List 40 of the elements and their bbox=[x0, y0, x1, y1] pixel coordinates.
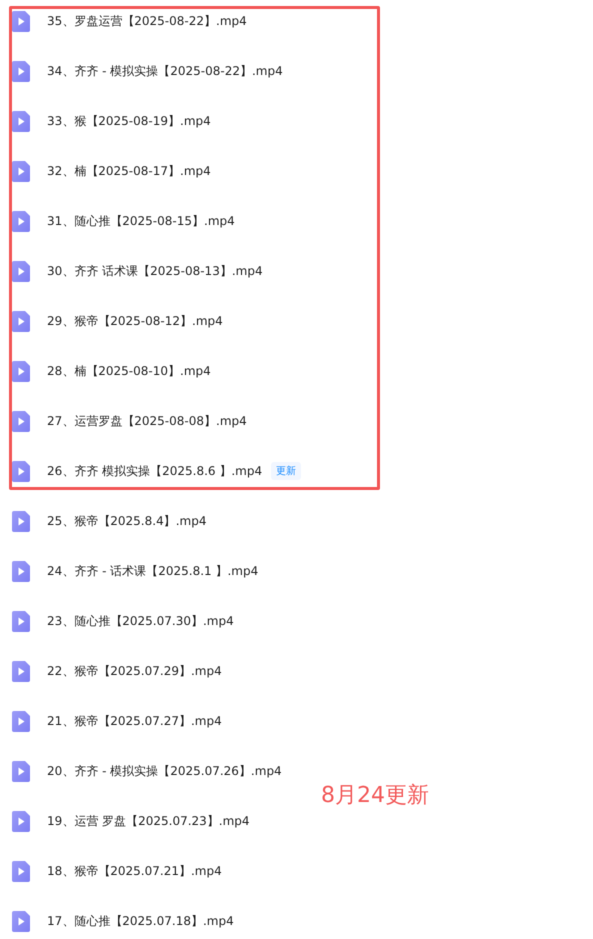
video-file-icon bbox=[12, 810, 30, 832]
annotation-text: 8月24更新 bbox=[321, 782, 429, 810]
file-name[interactable]: 27、运营罗盘【2025-08-08】.mp4 bbox=[47, 412, 247, 430]
video-file-icon bbox=[12, 560, 30, 582]
video-file-icon bbox=[12, 660, 30, 682]
video-file-icon bbox=[12, 610, 30, 632]
file-name[interactable]: 21、猴帝【2025.07.27】.mp4 bbox=[47, 712, 222, 730]
video-file-icon bbox=[12, 760, 30, 782]
file-name[interactable]: 33、猴【2025-08-19】.mp4 bbox=[47, 112, 211, 130]
file-name[interactable]: 32、楠【2025-08-17】.mp4 bbox=[47, 162, 211, 180]
file-name[interactable]: 23、随心推【2025.07.30】.mp4 bbox=[47, 612, 234, 630]
file-name[interactable]: 24、齐齐 - 话术课【2025.8.1 】.mp4 bbox=[47, 562, 258, 580]
file-name[interactable]: 31、随心推【2025-08-15】.mp4 bbox=[47, 212, 235, 230]
video-file-icon bbox=[12, 410, 30, 432]
video-file-icon bbox=[12, 710, 30, 732]
file-name[interactable]: 17、随心推【2025.07.18】.mp4 bbox=[47, 912, 234, 930]
video-file-icon bbox=[12, 210, 30, 232]
file-name[interactable]: 26、齐齐 模拟实操【2025.8.6 】.mp4 bbox=[47, 462, 262, 480]
file-name[interactable]: 20、齐齐 - 模拟实操【2025.07.26】.mp4 bbox=[47, 762, 282, 780]
file-name[interactable]: 25、猴帝【2025.8.4】.mp4 bbox=[47, 512, 206, 530]
file-name[interactable]: 18、猴帝【2025.07.21】.mp4 bbox=[47, 862, 222, 880]
video-file-icon bbox=[12, 260, 30, 282]
video-file-icon bbox=[12, 910, 30, 932]
video-file-icon bbox=[12, 360, 30, 382]
video-file-icon bbox=[12, 110, 30, 132]
update-tag: 更新 bbox=[271, 462, 302, 480]
video-file-icon bbox=[12, 160, 30, 182]
file-name[interactable]: 29、猴帝【2025-08-12】.mp4 bbox=[47, 312, 223, 330]
file-name[interactable]: 35、罗盘运营【2025-08-22】.mp4 bbox=[47, 12, 247, 30]
file-name[interactable]: 19、运营 罗盘【2025.07.23】.mp4 bbox=[47, 812, 250, 830]
file-name[interactable]: 22、猴帝【2025.07.29】.mp4 bbox=[47, 662, 222, 680]
video-file-icon bbox=[12, 460, 30, 482]
file-name[interactable]: 28、楠【2025-08-10】.mp4 bbox=[47, 362, 211, 380]
video-file-icon bbox=[12, 860, 30, 882]
video-file-icon bbox=[12, 60, 30, 82]
video-file-icon bbox=[12, 310, 30, 332]
file-name[interactable]: 30、齐齐 话术课【2025-08-13】.mp4 bbox=[47, 262, 263, 280]
video-file-icon bbox=[12, 10, 30, 32]
file-name[interactable]: 34、齐齐 - 模拟实操【2025-08-22】.mp4 bbox=[47, 62, 283, 80]
video-file-icon bbox=[12, 510, 30, 532]
